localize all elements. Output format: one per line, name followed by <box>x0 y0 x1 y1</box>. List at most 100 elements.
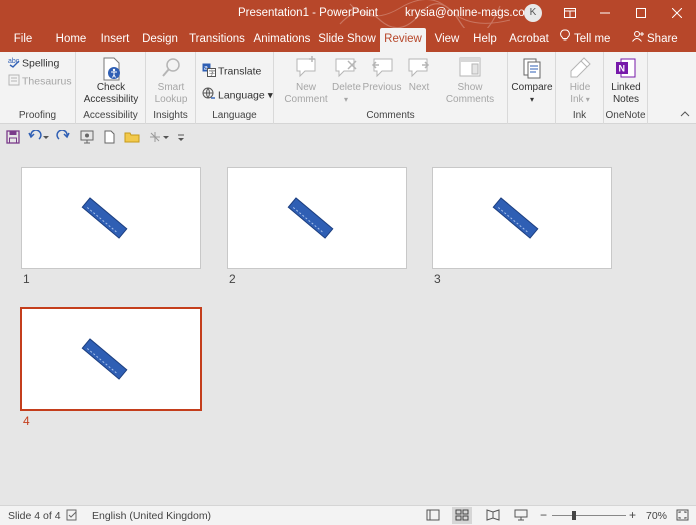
redo-icon[interactable] <box>56 129 72 146</box>
spelling-label: Spelling <box>22 57 60 70</box>
language-icon <box>202 87 218 104</box>
check-accessibility-button[interactable]: Check Accessibility <box>80 56 142 106</box>
group-label-onenote: OneNote <box>605 110 646 121</box>
tab-insert[interactable]: Insert <box>98 28 132 52</box>
tell-me-search[interactable]: Tell me <box>560 28 620 52</box>
undo-icon[interactable] <box>28 129 50 146</box>
touch-mode-icon[interactable] <box>148 130 170 146</box>
save-icon[interactable] <box>6 130 22 146</box>
hide-ink-button[interactable]: Hide Ink ▾ <box>558 56 602 106</box>
account-name[interactable]: krysia@online-mags.com <box>405 7 534 19</box>
tab-animations[interactable]: Animations <box>253 28 311 52</box>
next-comment-button[interactable]: Next <box>404 56 434 94</box>
slide-count: Slide 4 of 4 <box>8 510 61 522</box>
delete-comment-button[interactable]: Delete ▾ <box>332 56 361 106</box>
tab-slide-show[interactable]: Slide Show <box>318 28 376 52</box>
zoom-in-button[interactable]: + <box>629 508 636 522</box>
chevron-down-icon: ▾ <box>529 95 534 104</box>
previous-comment-button[interactable]: Previous <box>362 56 402 94</box>
slide-thumbnail-1[interactable] <box>21 167 201 269</box>
compare-button[interactable]: Compare ▾ <box>510 56 554 106</box>
chevron-down-icon: ▾ <box>264 89 273 102</box>
new-comment-line1: New <box>295 82 316 93</box>
proofing-status-icon[interactable] <box>66 509 78 524</box>
fit-to-window-icon[interactable] <box>676 509 689 524</box>
group-compare: Compare ▾ <box>508 52 556 124</box>
group-label-ink: Ink <box>572 110 587 121</box>
slide-thumbnail-3[interactable] <box>432 167 612 269</box>
group-label-language: Language <box>212 110 257 121</box>
pen-icon <box>558 56 602 82</box>
tab-help[interactable]: Help <box>470 28 500 52</box>
next-comment-icon <box>404 56 434 82</box>
slide-number: 1 <box>23 272 30 286</box>
from-beginning-icon[interactable] <box>80 130 96 146</box>
previous-comment-icon <box>362 56 402 82</box>
svg-text:字: 字 <box>209 69 215 77</box>
customize-toolbar-icon[interactable] <box>176 130 192 146</box>
check-accessibility-line2: Accessibility <box>83 94 139 105</box>
tab-design[interactable]: Design <box>140 28 180 52</box>
normal-view-icon[interactable] <box>426 509 440 524</box>
linked-notes-line1: Linked <box>611 82 641 93</box>
smart-lookup-button[interactable]: Smart Lookup <box>148 56 194 106</box>
tab-review[interactable]: Review <box>380 28 426 52</box>
tab-transitions[interactable]: Transitions <box>188 28 246 52</box>
group-comments: New Comment Delete ▾ Previous Next Show … <box>274 52 508 124</box>
show-comments-button[interactable]: Show Comments <box>442 56 498 106</box>
slide-thumbnail-2[interactable] <box>227 167 407 269</box>
group-proofing: abc Spelling Thesaurus Proofing <box>0 52 76 124</box>
ribbon-tabs: File Home Insert Design Transitions Anim… <box>0 28 696 52</box>
slide-number: 4 <box>23 414 30 428</box>
spelling-button[interactable]: abc Spelling <box>8 56 59 71</box>
minimize-icon[interactable] <box>587 0 623 28</box>
open-folder-icon[interactable] <box>124 130 140 146</box>
share-button[interactable]: Share <box>632 28 682 52</box>
new-comment-button[interactable]: New Comment <box>280 56 332 106</box>
slide-shape-graphic <box>287 197 334 239</box>
status-bar: Slide 4 of 4 English (United Kingdom) − … <box>0 505 696 525</box>
tab-acrobat[interactable]: Acrobat <box>508 28 550 52</box>
slide-number: 3 <box>434 272 441 286</box>
tab-view[interactable]: View <box>432 28 462 52</box>
zoom-slider-thumb[interactable] <box>572 511 576 520</box>
person-icon <box>632 28 644 50</box>
avatar[interactable]: K <box>524 4 542 22</box>
translate-button[interactable]: a字 Translate <box>202 63 261 80</box>
slide-sorter-view-icon[interactable] <box>452 507 472 524</box>
zoom-level[interactable]: 70% <box>646 510 667 522</box>
language-dropdown[interactable]: Language ▾ <box>202 87 273 104</box>
new-comment-line2: Comment <box>284 94 328 105</box>
slide-shape-graphic <box>492 197 539 239</box>
translate-label: Translate <box>218 65 262 78</box>
share-label: Share <box>647 33 678 46</box>
slideshow-view-icon[interactable] <box>514 509 528 524</box>
language-status[interactable]: English (United Kingdom) <box>92 510 211 522</box>
close-icon[interactable] <box>659 0 695 28</box>
slide-shape-graphic <box>81 338 128 380</box>
window-title: Presentation1 - PowerPoint <box>238 7 378 19</box>
zoom-slider[interactable] <box>552 515 626 516</box>
thesaurus-icon <box>8 74 22 89</box>
slide-thumbnail-4[interactable] <box>20 307 202 411</box>
chevron-down-icon: ▾ <box>343 95 348 104</box>
collapse-ribbon-icon[interactable] <box>680 110 690 121</box>
group-language: a字 Translate Language ▾ Language <box>196 52 274 124</box>
show-comments-icon <box>442 56 498 82</box>
linked-notes-line2: Notes <box>612 94 640 105</box>
thesaurus-button[interactable]: Thesaurus <box>8 74 72 89</box>
tab-file[interactable]: File <box>8 28 38 52</box>
lightbulb-icon <box>560 28 570 50</box>
reading-view-icon[interactable] <box>486 509 500 524</box>
svg-text:N: N <box>619 64 626 74</box>
new-file-icon[interactable] <box>102 130 118 146</box>
maximize-icon[interactable] <box>623 0 659 28</box>
hide-ink-line2-wrap: Ink ▾ <box>558 94 602 106</box>
zoom-out-button[interactable]: − <box>540 508 547 522</box>
group-ink: Hide Ink ▾ Ink <box>556 52 604 124</box>
tab-home[interactable]: Home <box>52 28 90 52</box>
slide-number: 2 <box>229 272 236 286</box>
linked-notes-button[interactable]: N Linked Notes <box>606 56 646 106</box>
smart-lookup-line1: Smart <box>157 82 185 93</box>
ribbon-display-icon[interactable] <box>552 0 588 28</box>
